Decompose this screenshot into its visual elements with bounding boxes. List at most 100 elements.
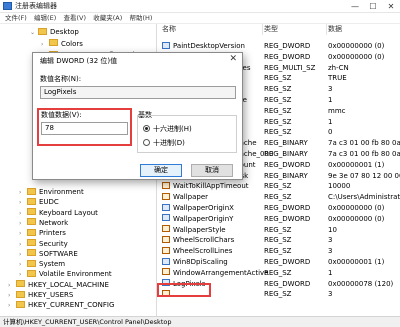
status-bar: 计算机\HKEY_CURRENT_USER\Control Panel\Desk… — [0, 316, 400, 327]
value-type-cell: REG_SZ — [264, 106, 292, 115]
value-name-field[interactable]: LogPixels — [40, 86, 236, 99]
folder-icon — [27, 239, 36, 246]
folder-icon — [27, 228, 36, 236]
tree-item-label: Security — [39, 239, 68, 248]
radio-indicator[interactable] — [143, 124, 150, 132]
tree-item-label: Keyboard Layout — [39, 208, 98, 217]
value-data-cell: 1 — [328, 117, 333, 126]
value-data-cell: 3 — [328, 236, 333, 245]
hex-radio[interactable]: 十六进制(H) — [143, 124, 192, 134]
value-data-cell: 0x00000000 (0) — [328, 204, 385, 212]
value-data-cell: 3 — [328, 247, 333, 256]
value-type-cell: REG_DWORD — [264, 279, 311, 288]
value-name-cell: WallpaperOriginY — [162, 214, 233, 224]
value-row[interactable]: LogPixels REG_DWORD 0x00000078 (120) — [158, 279, 400, 289]
value-type-cell: REG_BINARY — [264, 150, 308, 158]
menu-favorites[interactable]: 收藏夹(A) — [93, 13, 122, 24]
value-name-cell: WallpaperStyle — [162, 225, 226, 235]
tree-item[interactable]: › HKEY_CURRENT_CONFIG — [8, 300, 114, 311]
value-name-text: WaitToKillAppTimeout — [173, 182, 249, 191]
value-row[interactable]: Win8DpiScaling REG_DWORD 0x00000001 (1) — [158, 257, 400, 267]
menu-view[interactable]: 查看(V) — [63, 13, 86, 24]
value-type-cell: REG_DWORD — [264, 214, 311, 223]
value-type-cell: REG_MULTI_SZ — [264, 63, 316, 72]
tree-item-label: Desktop — [50, 28, 79, 36]
binary-value-icon — [162, 41, 170, 49]
dialog-close-icon[interactable]: ✕ — [229, 54, 237, 64]
tree-item-label: System — [39, 260, 66, 269]
folder-icon — [16, 280, 25, 288]
value-data-cell: 0x00000001 (1) — [328, 160, 385, 169]
string-value-icon — [162, 268, 170, 276]
column-type-header[interactable]: 类型 — [264, 24, 278, 35]
value-row[interactable]: WheelScrollLines REG_SZ 3 — [158, 246, 400, 256]
folder-icon — [27, 208, 36, 216]
value-type-cell: REG_SZ — [264, 193, 292, 202]
edit-dword-dialog: 编辑 DWORD (32 位)值 ✕ 数值名称(N): LogPixels 数值… — [32, 52, 243, 180]
value-type-cell: REG_DWORD — [264, 160, 311, 169]
value-row[interactable]: WindowArrangementActive REG_SZ 1 — [158, 268, 400, 278]
menu-help[interactable]: 帮助(H) — [130, 13, 153, 24]
value-name-cell: Win8DpiScaling — [162, 257, 228, 267]
chevron-right-icon[interactable]: › — [8, 300, 16, 311]
folder-icon — [16, 300, 25, 308]
binary-value-icon — [162, 214, 170, 222]
value-type-cell: REG_SZ — [264, 290, 292, 299]
value-row[interactable]: WheelScrollChars REG_SZ 3 — [158, 235, 400, 245]
minimize-button[interactable]: — — [346, 0, 364, 13]
menu-file[interactable]: 文件(F) — [5, 13, 27, 24]
value-name-cell: Wallpaper — [162, 192, 208, 202]
value-row[interactable]: PaintDesktopVersion REG_DWORD 0x00000000 (… — [158, 41, 400, 51]
close-button[interactable]: ✕ — [382, 0, 400, 13]
value-name-text: LogPixels — [173, 279, 206, 288]
value-row[interactable]: WallpaperStyle REG_SZ 10 — [158, 225, 400, 235]
column-data-header[interactable]: 数据 — [328, 24, 342, 35]
value-row[interactable]: REG_SZ 3 — [158, 289, 400, 299]
value-name-text: WallpaperOriginY — [173, 214, 234, 223]
value-data-input[interactable]: 78 — [41, 122, 128, 135]
value-name-label: 数值名称(N): — [40, 75, 82, 83]
maximize-button[interactable]: ☐ — [364, 0, 382, 13]
ok-button[interactable]: 确定 — [140, 164, 182, 177]
value-row[interactable]: WaitToKillAppTimeout REG_SZ 10000 — [158, 181, 400, 191]
tree-item-label: Colors — [61, 39, 83, 48]
dec-radio[interactable]: 十进制(D) — [143, 138, 185, 148]
value-row[interactable]: WallpaperOriginY REG_DWORD 0x00000000 (0) — [158, 214, 400, 224]
window-title: 注册表编辑器 — [15, 2, 57, 10]
binary-value-icon — [162, 279, 170, 287]
column-separator[interactable] — [262, 24, 263, 35]
tree-item[interactable]: ⌄ Desktop — [30, 27, 79, 38]
folder-icon — [27, 259, 36, 267]
chevron-down-icon[interactable]: ⌄ — [30, 27, 38, 38]
tree-item-label: SOFTWARE — [39, 249, 78, 258]
value-data-cell: 3 — [328, 85, 333, 94]
value-type-cell: REG_SZ — [264, 74, 292, 83]
dialog-title: 编辑 DWORD (32 位)值 — [40, 57, 118, 65]
chevron-right-icon[interactable]: › — [41, 39, 49, 50]
value-type-cell: REG_BINARY — [264, 139, 308, 148]
radio-indicator[interactable] — [143, 138, 150, 146]
value-data-cell: 0x00000000 (0) — [328, 52, 385, 61]
column-name-header[interactable]: 名称 — [162, 24, 176, 35]
column-separator[interactable] — [326, 24, 327, 35]
tree-item[interactable]: › Colors — [41, 39, 83, 50]
menu-edit[interactable]: 编辑(E) — [34, 13, 56, 24]
tree-item-label: HKEY_CURRENT_CONFIG — [28, 301, 115, 310]
cancel-button[interactable]: 取消 — [191, 164, 233, 177]
tree-item-label: HKEY_LOCAL_MACHINE — [28, 280, 109, 289]
value-type-cell: REG_SZ — [264, 96, 292, 104]
value-data-cell: 9e 3e 07 80 12 00 00 00 — [328, 171, 400, 180]
value-type-cell: REG_SZ — [264, 247, 292, 256]
value-type-cell: REG_SZ — [264, 85, 292, 94]
folder-icon — [27, 197, 36, 205]
string-value-icon — [162, 289, 170, 297]
value-row[interactable]: WallpaperOriginX REG_DWORD 0x00000000 (0) — [158, 203, 400, 213]
value-type-cell: REG_SZ — [264, 182, 292, 191]
value-name-text: WindowArrangementActive — [173, 268, 269, 277]
value-data-cell: mmc — [328, 106, 346, 115]
value-data-cell: 0x00000000 (0) — [328, 214, 385, 223]
value-name-text: WheelScrollChars — [173, 236, 235, 245]
dec-radio-label: 十进制(D) — [153, 139, 185, 147]
folder-icon — [27, 249, 36, 257]
value-row[interactable]: Wallpaper REG_SZ C:\Users\Administrat — [158, 192, 400, 202]
